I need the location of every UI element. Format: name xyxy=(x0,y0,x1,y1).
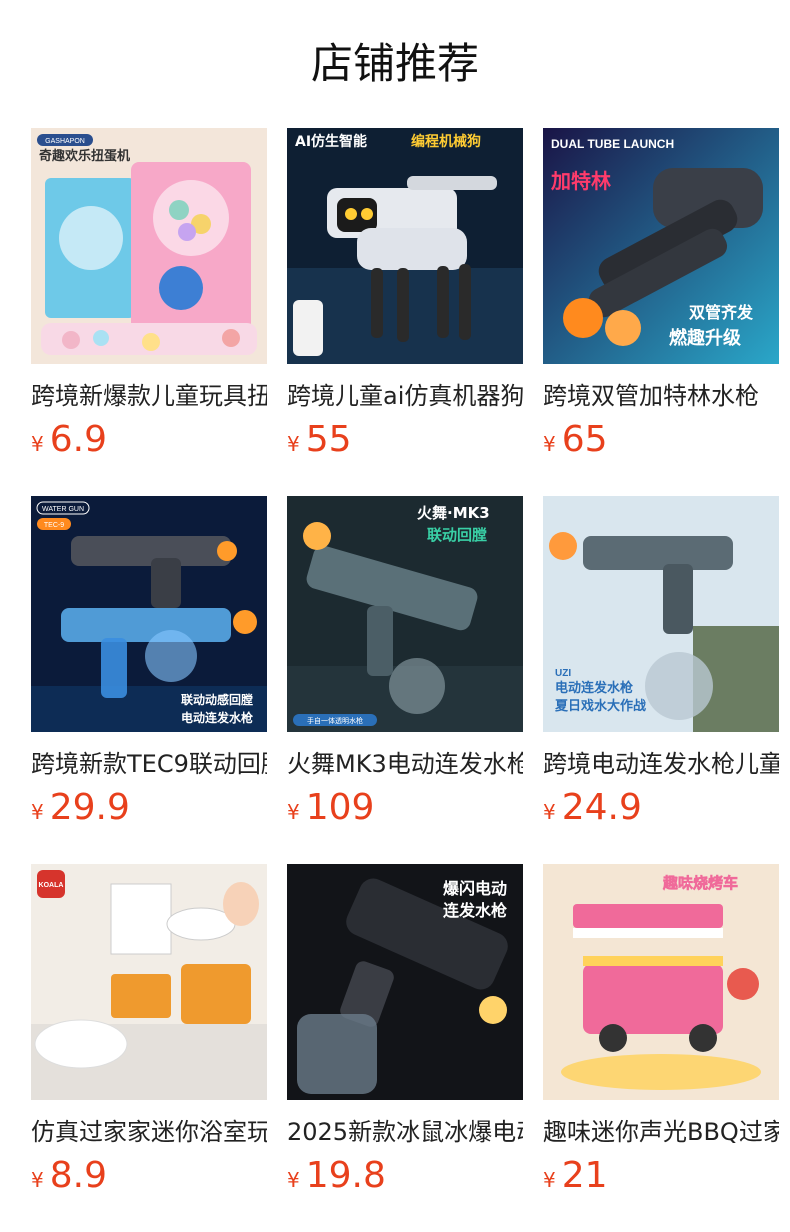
currency-symbol: ¥ xyxy=(543,432,556,456)
image-caption: 双管齐发 xyxy=(689,303,754,322)
product-price: ¥65 xyxy=(543,418,779,462)
product-name[interactable]: 跨境新爆款儿童玩具扭蛋机 xyxy=(31,380,267,412)
image-caption: GASHAPON xyxy=(45,138,85,145)
product-card[interactable]: GASHAPON 奇趣欢乐扭蛋机 跨境新爆款儿童玩具扭蛋机 ¥6.9 xyxy=(31,128,267,468)
product-card[interactable]: 爆闪电动 连发水枪 2025新款冰鼠冰爆电动水枪 ¥19.8 xyxy=(287,864,523,1204)
product-price: ¥109 xyxy=(287,786,523,830)
price-value: 6.9 xyxy=(49,419,107,460)
price-value: 65 xyxy=(561,419,608,460)
image-caption: 联动回膛 xyxy=(427,526,487,544)
price-value: 24.9 xyxy=(561,787,642,828)
image-caption: WATER GUN xyxy=(42,506,84,513)
image-caption: AI仿生智能 xyxy=(295,133,367,150)
product-name[interactable]: 火舞MK3电动连发水枪 xyxy=(287,748,523,780)
gashapon-machine-image[interactable]: GASHAPON 奇趣欢乐扭蛋机 xyxy=(31,128,267,364)
currency-symbol: ¥ xyxy=(31,432,44,456)
uzi-water-gun-image[interactable]: UZI 电动连发水枪 夏日戏水大作战 xyxy=(543,496,779,732)
product-card[interactable]: 趣味烧烤车 趣味迷你声光BBQ过家家 ¥21 xyxy=(543,864,779,1204)
gatling-water-gun-image[interactable]: DUAL TUBE LAUNCH 加特林 双管齐发 燃趣升级 xyxy=(543,128,779,364)
currency-symbol: ¥ xyxy=(31,800,44,824)
image-caption: 趣味烧烤车 xyxy=(662,874,738,892)
product-card[interactable]: UZI 电动连发水枪 夏日戏水大作战 跨境电动连发水枪儿童玩具 ¥24.9 xyxy=(543,496,779,836)
price-value: 8.9 xyxy=(49,1155,107,1196)
currency-symbol: ¥ xyxy=(543,800,556,824)
image-caption: 电动连发水枪 xyxy=(181,710,253,725)
price-value: 21 xyxy=(561,1155,608,1196)
image-caption: 编程机械狗 xyxy=(411,133,481,150)
product-price: ¥19.8 xyxy=(287,1154,523,1198)
image-caption: 连发水枪 xyxy=(443,901,507,920)
image-caption: KOALA xyxy=(39,882,64,889)
image-caption: 火舞·MK3 xyxy=(417,504,490,522)
price-value: 19.8 xyxy=(305,1155,386,1196)
bbq-cart-toy-image[interactable]: 趣味烧烤车 xyxy=(543,864,779,1100)
product-card[interactable]: WATER GUN TEC-9 联动动感回膛 电动连发水枪 跨境新款TEC9联动… xyxy=(31,496,267,836)
product-name[interactable]: 跨境双管加特林水枪 xyxy=(543,380,779,412)
tec9-water-gun-image[interactable]: WATER GUN TEC-9 联动动感回膛 电动连发水枪 xyxy=(31,496,267,732)
price-value: 55 xyxy=(305,419,352,460)
product-card[interactable]: DUAL TUBE LAUNCH 加特林 双管齐发 燃趣升级 跨境双管加特林水枪… xyxy=(543,128,779,468)
robot-dog-image[interactable]: AI仿生智能 编程机械狗 xyxy=(287,128,523,364)
currency-symbol: ¥ xyxy=(543,1168,556,1192)
currency-symbol: ¥ xyxy=(31,1168,44,1192)
image-caption: TEC-9 xyxy=(44,522,64,529)
product-price: ¥29.9 xyxy=(31,786,267,830)
page-title: 店铺推荐 xyxy=(310,39,479,88)
ice-water-gun-image[interactable]: 爆闪电动 连发水枪 xyxy=(287,864,523,1100)
image-caption: 加特林 xyxy=(550,169,611,193)
mini-bathroom-toy-image[interactable]: KOALA xyxy=(31,864,267,1100)
product-card[interactable]: KOALA 仿真过家家迷你浴室玩具 ¥8.9 xyxy=(31,864,267,1204)
product-name[interactable]: 趣味迷你声光BBQ过家家 xyxy=(543,1116,779,1148)
price-value: 29.9 xyxy=(49,787,130,828)
product-name[interactable]: 跨境电动连发水枪儿童玩具 xyxy=(543,748,779,780)
product-card[interactable]: AI仿生智能 编程机械狗 跨境儿童ai仿真机器狗 ¥55 xyxy=(287,128,523,468)
product-name[interactable]: 跨境新款TEC9联动回膛水枪 xyxy=(31,748,267,780)
image-caption: 奇趣欢乐扭蛋机 xyxy=(39,148,130,164)
image-caption: 夏日戏水大作战 xyxy=(554,698,646,714)
product-price: ¥55 xyxy=(287,418,523,462)
currency-symbol: ¥ xyxy=(287,1168,300,1192)
image-caption: 爆闪电动 xyxy=(443,879,507,898)
image-caption: 电动连发水枪 xyxy=(555,680,633,696)
product-name[interactable]: 跨境儿童ai仿真机器狗 xyxy=(287,380,523,412)
image-caption: 燃趣升级 xyxy=(669,327,742,349)
product-price: ¥21 xyxy=(543,1154,779,1198)
product-name[interactable]: 仿真过家家迷你浴室玩具 xyxy=(31,1116,267,1148)
product-price: ¥8.9 xyxy=(31,1154,267,1198)
product-price: ¥6.9 xyxy=(31,418,267,462)
image-caption: DUAL TUBE LAUNCH xyxy=(551,137,674,151)
product-name[interactable]: 2025新款冰鼠冰爆电动水枪 xyxy=(287,1116,523,1148)
product-card[interactable]: 火舞·MK3 联动回膛 手自一体透明水枪 火舞MK3电动连发水枪 ¥109 xyxy=(287,496,523,836)
currency-symbol: ¥ xyxy=(287,800,300,824)
image-caption: 手自一体透明水枪 xyxy=(307,716,363,725)
product-price: ¥24.9 xyxy=(543,786,779,830)
currency-symbol: ¥ xyxy=(287,432,300,456)
image-caption: 联动动感回膛 xyxy=(181,692,253,707)
image-caption: UZI xyxy=(555,668,571,679)
mk3-water-gun-image[interactable]: 火舞·MK3 联动回膛 手自一体透明水枪 xyxy=(287,496,523,732)
price-value: 109 xyxy=(305,787,375,828)
